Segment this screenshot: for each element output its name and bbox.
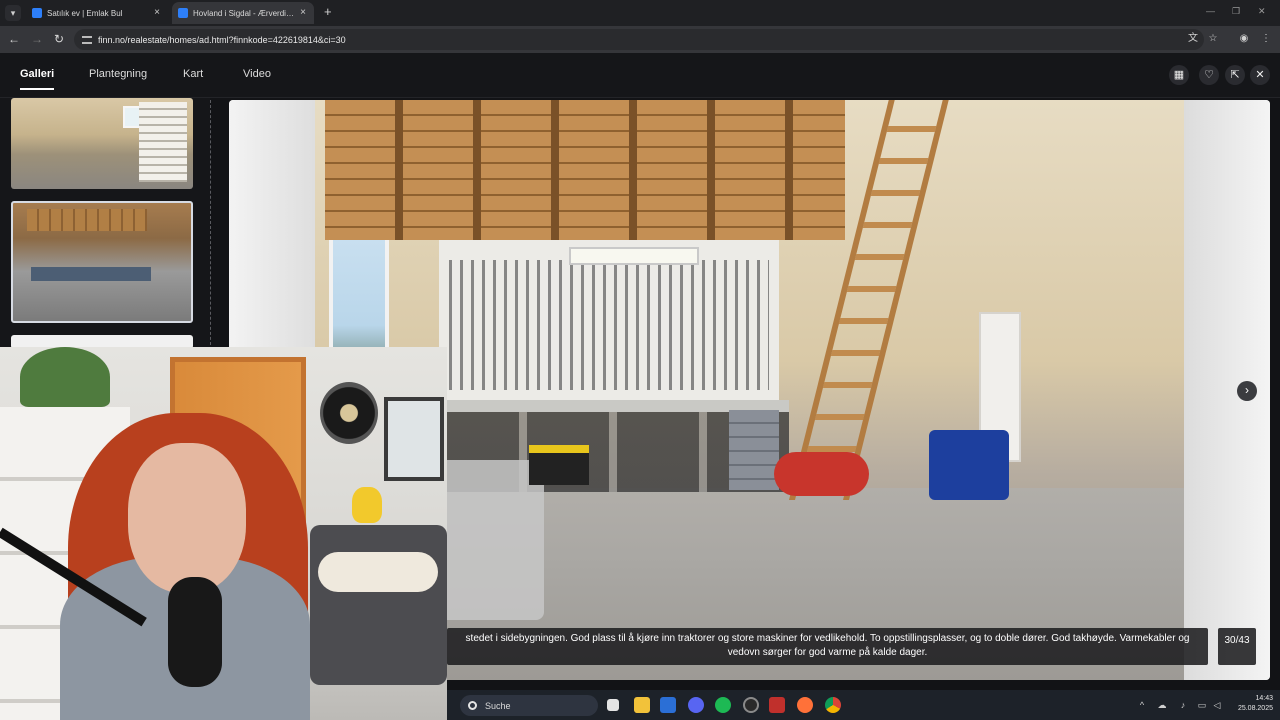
hanging-tools bbox=[449, 260, 769, 390]
spotify-icon[interactable] bbox=[715, 697, 731, 713]
cam-sofa bbox=[310, 525, 447, 685]
back-icon[interactable]: ← bbox=[7, 32, 21, 46]
loft-posts bbox=[325, 100, 845, 240]
obs-icon[interactable] bbox=[743, 697, 759, 713]
address-bar-url: finn.no/realestate/homes/ad.html?finnkod… bbox=[98, 34, 346, 45]
network-icon[interactable]: ▭ bbox=[1196, 699, 1208, 711]
translate-icon[interactable]: 文 bbox=[1186, 32, 1200, 46]
toolbox bbox=[529, 445, 589, 485]
cloud-icon[interactable]: ☁ bbox=[1156, 699, 1168, 711]
cam-plant bbox=[20, 347, 110, 407]
taskbar-clock[interactable]: 14:43 25.08.2025 bbox=[1231, 694, 1273, 714]
share-icon[interactable]: ⇱ bbox=[1225, 65, 1245, 85]
ceiling-lamp bbox=[569, 247, 699, 265]
restore-icon[interactable]: ❐ bbox=[1232, 6, 1240, 17]
cam-plush-toy bbox=[352, 487, 382, 523]
new-tab-button[interactable]: + bbox=[324, 5, 332, 19]
browser-tab-2[interactable]: Hovland i Sigdal - Ærverdig sted × bbox=[172, 2, 314, 24]
grid-icon[interactable]: ▦ bbox=[1169, 65, 1189, 85]
air-compressor bbox=[774, 452, 869, 496]
discord-icon[interactable] bbox=[688, 697, 704, 713]
taskbar-search-placeholder: Suche bbox=[485, 700, 511, 711]
next-image-button[interactable]: › bbox=[1237, 381, 1257, 401]
thumb-shelf-shape bbox=[139, 102, 187, 182]
site-settings-icon[interactable] bbox=[82, 35, 92, 44]
volume-icon[interactable]: ◁ bbox=[1211, 699, 1223, 711]
miter-saw bbox=[434, 460, 544, 620]
finn-favicon-icon bbox=[178, 8, 188, 18]
close-icon[interactable]: ✕ bbox=[1250, 65, 1270, 85]
streamer-face bbox=[128, 443, 246, 593]
store-icon[interactable] bbox=[660, 697, 676, 713]
taskbar-search[interactable]: Suche bbox=[460, 695, 598, 716]
reload-icon[interactable]: ↻ bbox=[52, 32, 66, 46]
browser-tab-title: Hovland i Sigdal - Ærverdig sted bbox=[193, 8, 298, 18]
chrome-icon[interactable] bbox=[825, 697, 841, 713]
task-view-icon[interactable] bbox=[607, 699, 619, 711]
file-explorer-icon[interactable] bbox=[634, 697, 650, 713]
browser-toolbar: ← → ↻ finn.no/realestate/homes/ad.html?f… bbox=[0, 26, 1280, 53]
browser-tab-title: Satılık ev | Emlak Bul bbox=[47, 8, 123, 18]
heart-icon[interactable]: ♡ bbox=[1199, 65, 1219, 85]
thumbnail-divider bbox=[210, 100, 211, 350]
pressure-washer bbox=[929, 430, 1009, 500]
browser-tab-1[interactable]: Satılık ev | Emlak Bul × bbox=[26, 2, 168, 24]
thumb-bench-shape bbox=[31, 267, 151, 281]
clock-time: 14:43 bbox=[1255, 695, 1273, 702]
clock-date: 25.08.2025 bbox=[1237, 705, 1273, 712]
gallery-header: Galleri Plantegning Kart Video ▦ ♡ ⇱ ✕ bbox=[0, 53, 1280, 98]
cam-dartboard bbox=[320, 382, 378, 444]
menu-kebab-icon[interactable]: ⋮ bbox=[1259, 32, 1273, 46]
close-tab-icon[interactable]: × bbox=[152, 8, 162, 18]
bookmark-star-icon[interactable]: ☆ bbox=[1206, 32, 1220, 46]
search-icon bbox=[468, 701, 477, 710]
photo-margin-right bbox=[1184, 100, 1270, 680]
webcam-overlay bbox=[0, 347, 447, 720]
photo-caption: stedet i sidebygningen. God plass til å … bbox=[447, 628, 1208, 665]
microphone bbox=[168, 577, 222, 687]
image-counter: 30/43 bbox=[1218, 628, 1256, 665]
mic-tray-icon[interactable]: ♪ bbox=[1177, 699, 1189, 711]
finn-favicon-icon bbox=[32, 8, 42, 18]
cam-pillow bbox=[318, 552, 438, 592]
minimize-icon[interactable]: — bbox=[1206, 6, 1215, 16]
window-close-icon[interactable]: ✕ bbox=[1258, 6, 1266, 17]
chevron-right-icon: › bbox=[1245, 383, 1249, 397]
recording-app-icon[interactable] bbox=[769, 697, 785, 713]
thumbnail-image-selected[interactable] bbox=[11, 201, 193, 323]
thumb-loft-shape bbox=[27, 209, 147, 231]
drawer-cabinet bbox=[729, 410, 779, 490]
cam-picture-frame bbox=[384, 397, 444, 481]
windows-taskbar: Suche ^ ☁ ♪ ▭ ◁ 14:43 25.08.2025 bbox=[447, 690, 1280, 720]
close-tab-icon[interactable]: × bbox=[298, 8, 308, 18]
address-bar[interactable]: finn.no/realestate/homes/ad.html?finnkod… bbox=[74, 29, 1204, 50]
firefox-icon[interactable] bbox=[797, 697, 813, 713]
forward-icon[interactable]: → bbox=[30, 32, 44, 46]
tray-overflow-icon[interactable]: ^ bbox=[1136, 699, 1148, 711]
thumbnail-image[interactable] bbox=[11, 98, 193, 189]
tab-list-button[interactable]: ▾ bbox=[5, 5, 21, 21]
tab-galleri[interactable]: Galleri bbox=[20, 68, 55, 90]
tab-kart[interactable]: Kart bbox=[183, 68, 203, 88]
browser-tabstrip: ▾ Satılık ev | Emlak Bul × Hovland i Sig… bbox=[0, 0, 1280, 26]
tab-plantegning[interactable]: Plantegning bbox=[89, 68, 147, 88]
profile-icon[interactable]: ◉ bbox=[1237, 32, 1251, 46]
tab-video[interactable]: Video bbox=[243, 68, 271, 88]
